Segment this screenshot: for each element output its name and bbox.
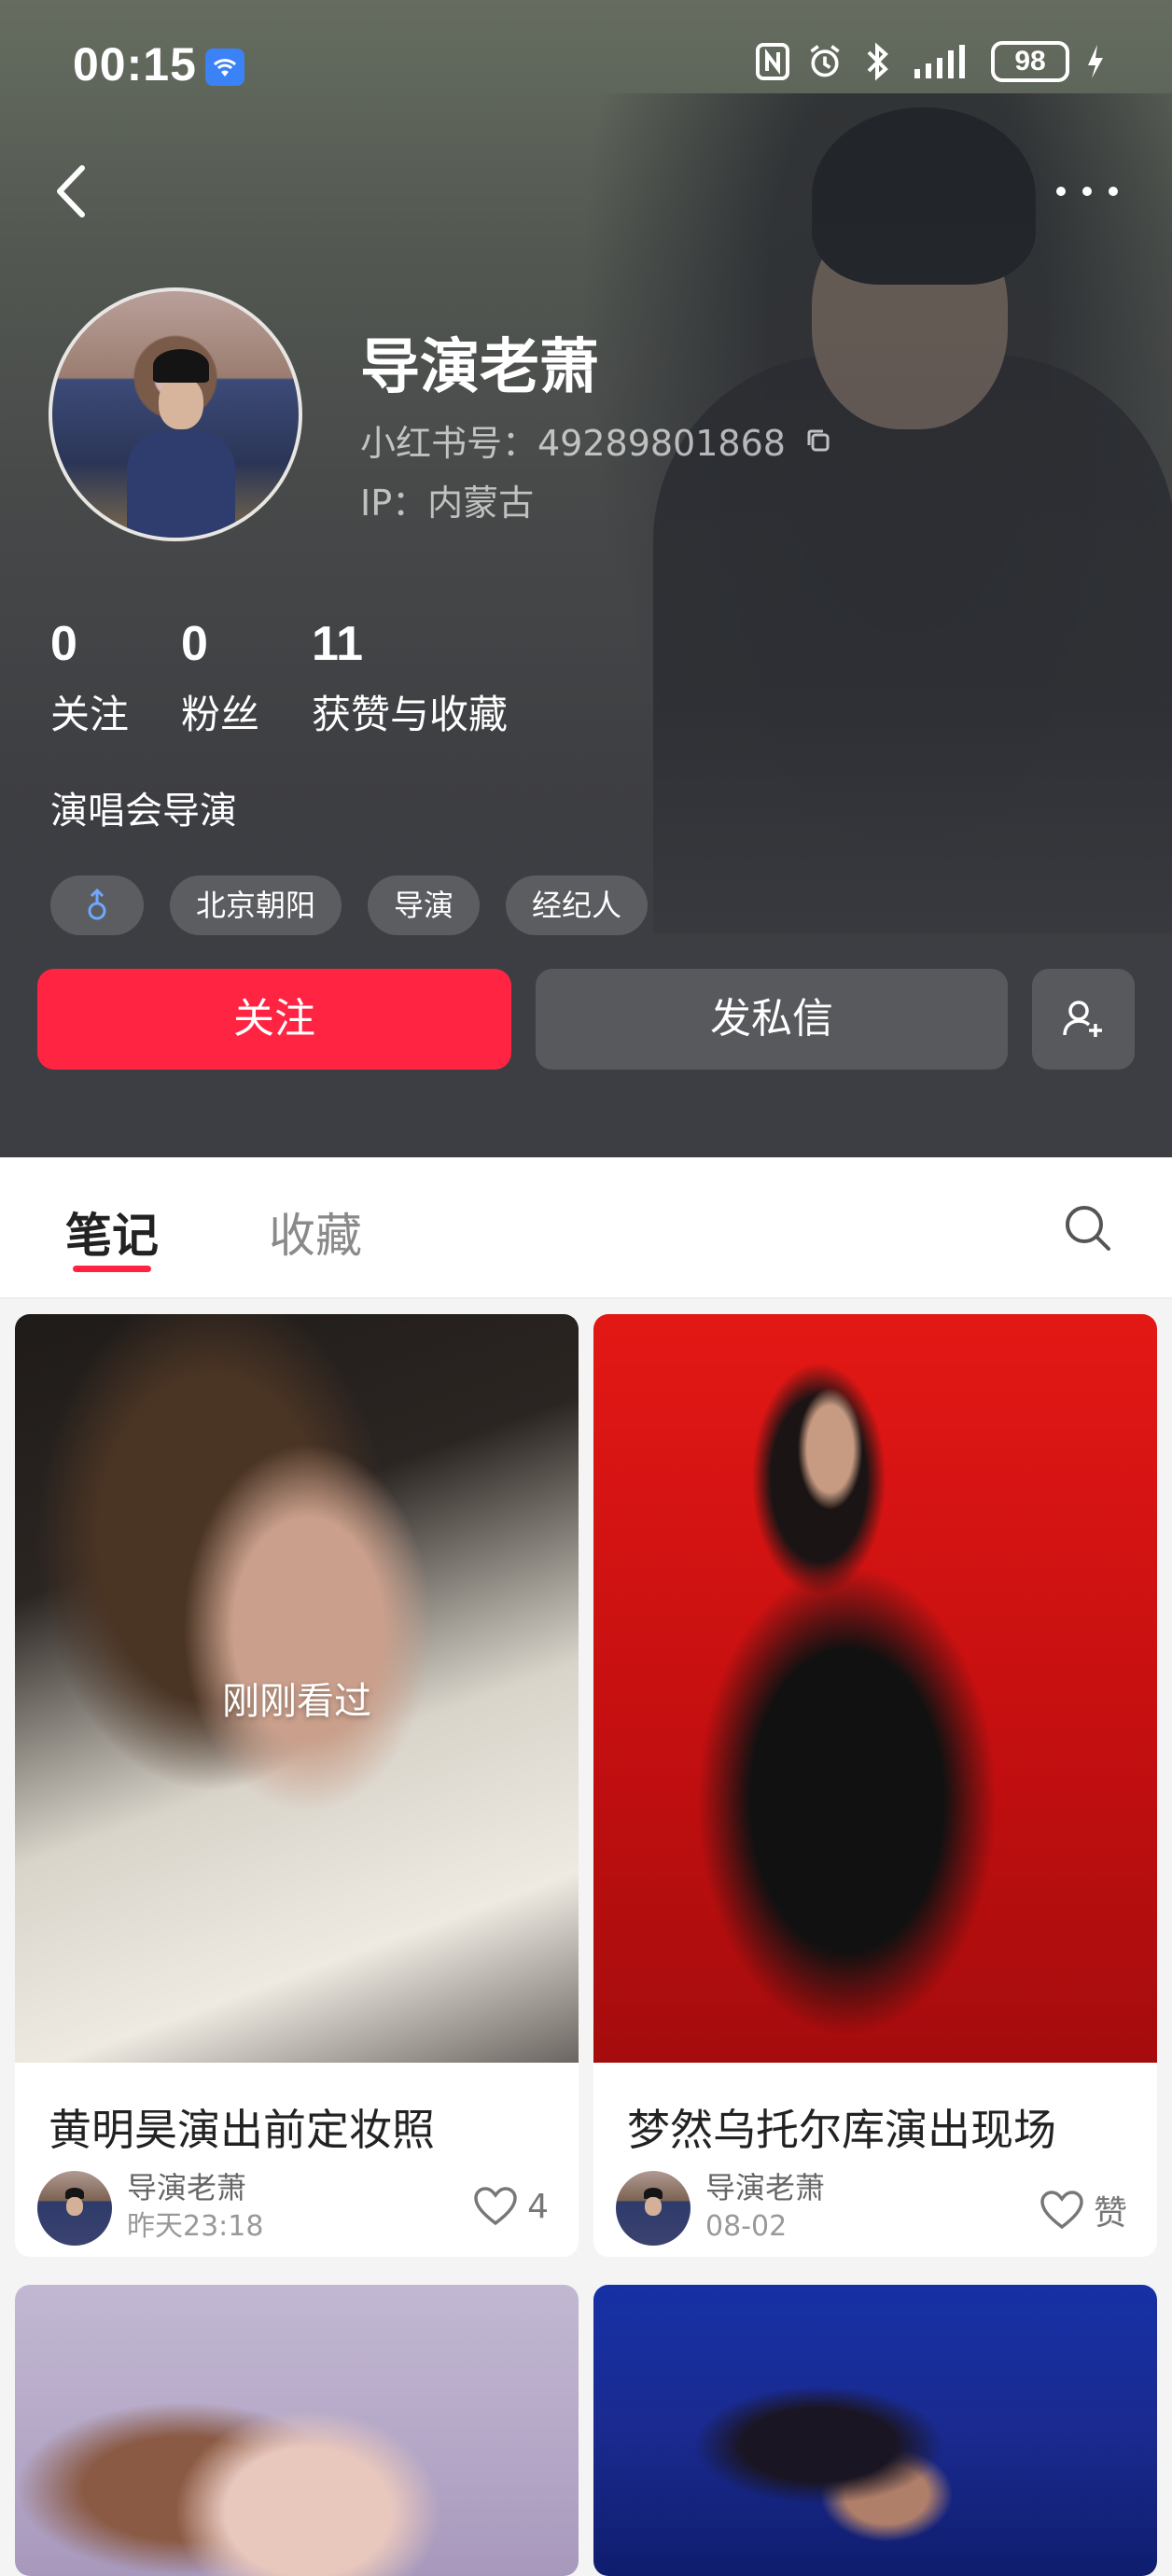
add-friend-button[interactable]: [1032, 969, 1135, 1070]
search-icon[interactable]: [1060, 1200, 1116, 1256]
avatar-hat: [153, 349, 209, 383]
redbook-id: 小红书号：49289801868: [360, 414, 832, 466]
stat-likes-and-collects[interactable]: 11 获赞与收藏: [312, 616, 508, 740]
note-card[interactable]: [593, 2285, 1157, 2576]
note-cover-image: [593, 2285, 1157, 2576]
author-block: 导演老萧 08-02: [705, 2169, 825, 2247]
signal-icon: [914, 45, 965, 78]
stat-value: 0: [50, 617, 77, 671]
stat-followers[interactable]: 0 粉丝: [181, 616, 259, 740]
author-name: 导演老萧: [127, 2170, 247, 2205]
note-author: 导演老萧 昨天23:18: [37, 2169, 263, 2247]
system-icons: 98: [754, 41, 1107, 82]
profile-stats: 0 关注 0 粉丝 11 获赞与收藏: [50, 616, 560, 740]
author-name: 导演老萧: [705, 2170, 826, 2205]
author-avatar: [616, 2171, 691, 2246]
like-button[interactable]: 赞: [1039, 2186, 1127, 2234]
copy-icon[interactable]: [804, 427, 832, 455]
avatar[interactable]: [49, 287, 302, 541]
like-count: 4: [527, 2187, 549, 2226]
redbook-id-text: 小红书号：49289801868: [360, 423, 786, 464]
heart-icon: [474, 2187, 517, 2226]
profile-tags: 北京朝阳 导演 经纪人: [50, 875, 649, 935]
profile-header: 00:15 98 导演老萧 小红书号：49289801868 IP：内蒙古 0 …: [0, 0, 1172, 1157]
stat-value: 0: [181, 617, 208, 671]
stat-label: 获赞与收藏: [312, 692, 509, 737]
wifi-icon: [205, 49, 244, 86]
note-cover-image: [593, 1314, 1157, 2063]
post-time: 08-02: [705, 2210, 788, 2243]
charging-icon: [1088, 45, 1103, 78]
avatar-face: [159, 377, 203, 429]
tab-notes[interactable]: 笔记: [65, 1198, 159, 1266]
stat-value: 11: [312, 617, 364, 671]
recently-viewed-overlay: 刚刚看过: [222, 1680, 371, 1723]
heart-icon: [1040, 2191, 1083, 2230]
profile-name: 导演老萧: [360, 333, 599, 402]
gender-tag: [50, 875, 144, 935]
stat-following[interactable]: 0 关注: [50, 616, 129, 740]
ip-location: IP：内蒙古: [360, 483, 535, 524]
message-button[interactable]: 发私信: [536, 969, 1008, 1070]
male-icon: [88, 889, 106, 920]
nfc-icon: [756, 43, 789, 80]
note-card[interactable]: 刚刚看过 黄明昊演出前定妆照 导演老萧 昨天23:18 4: [15, 1314, 579, 2257]
content-tabs: 笔记 收藏: [0, 1157, 1172, 1299]
status-bar: 00:15 98: [0, 0, 1172, 131]
post-time: 昨天23:18: [127, 2210, 264, 2243]
author-avatar: [37, 2171, 112, 2246]
author-block: 导演老萧 昨天23:18: [127, 2169, 263, 2247]
note-card[interactable]: [15, 2285, 579, 2576]
profile-bio: 演唱会导演: [50, 790, 237, 833]
back-arrow-icon[interactable]: [45, 159, 101, 224]
active-tab-indicator: [73, 1266, 151, 1272]
notes-feed: 刚刚看过 黄明昊演出前定妆照 导演老萧 昨天23:18 4 梦然乌托尔库演出现场…: [0, 1301, 1172, 2576]
tag-location: 北京朝阳: [170, 875, 342, 935]
tag-role: 经纪人: [506, 875, 649, 935]
like-button[interactable]: 4: [473, 2186, 549, 2227]
more-dots-icon[interactable]: [1050, 177, 1124, 205]
bluetooth-icon: [867, 42, 888, 81]
stat-label: 关注: [50, 692, 130, 737]
alarm-icon: [810, 45, 840, 77]
note-card[interactable]: 梦然乌托尔库演出现场 导演老萧 08-02 赞: [593, 1314, 1157, 2257]
note-title: 梦然乌托尔库演出现场: [627, 2105, 1056, 2155]
battery-indicator: 98: [991, 41, 1069, 82]
follow-button[interactable]: 关注: [37, 969, 511, 1070]
tag-profession: 导演: [368, 875, 481, 935]
status-time: 00:15: [73, 38, 197, 91]
like-count: 赞: [1093, 2194, 1127, 2233]
note-author: 导演老萧 08-02: [616, 2169, 825, 2247]
stat-label: 粉丝: [181, 692, 260, 737]
tab-favorites[interactable]: 收藏: [269, 1198, 362, 1266]
note-title: 黄明昊演出前定妆照: [49, 2105, 435, 2155]
add-user-icon: [1063, 1001, 1102, 1037]
note-cover-image: [15, 2285, 579, 2576]
avatar-figure: [127, 431, 235, 538]
